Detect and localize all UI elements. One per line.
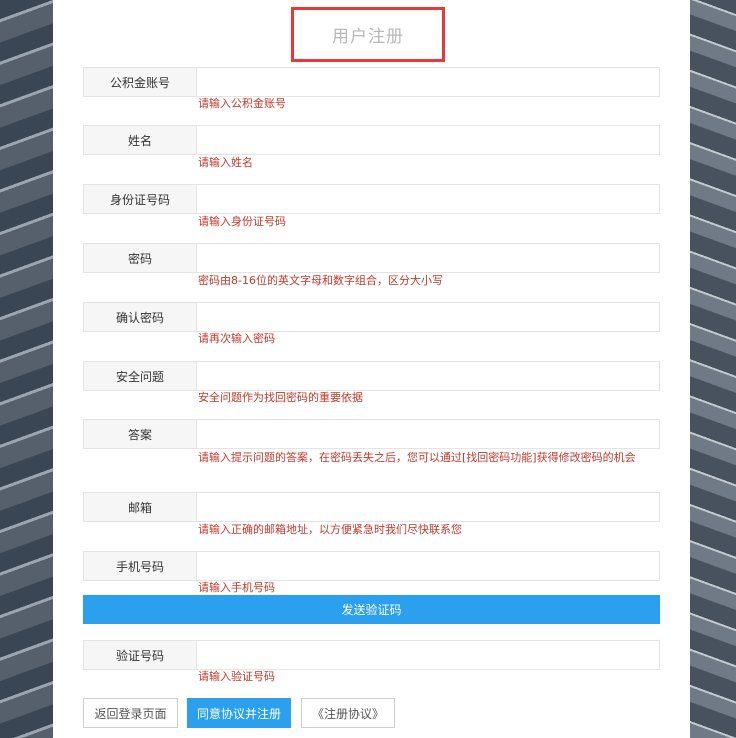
form-row-id-number: 身份证号码: [83, 184, 660, 214]
email-input[interactable]: [197, 492, 660, 522]
account-hint: 请输入公积金账号: [198, 97, 286, 110]
back-to-login-button[interactable]: 返回登录页面: [83, 698, 178, 728]
phone-input[interactable]: [197, 551, 660, 581]
background-left: [0, 0, 53, 738]
form-row-verification-code: 验证号码: [83, 640, 660, 670]
form-row-email: 邮箱: [83, 492, 660, 522]
email-label: 邮箱: [83, 492, 197, 522]
page-title-box: 用户注册: [291, 7, 445, 62]
name-input[interactable]: [197, 125, 660, 155]
answer-label: 答案: [83, 419, 197, 449]
verification-code-input[interactable]: [197, 640, 660, 670]
id-number-input[interactable]: [197, 184, 660, 214]
security-question-label: 安全问题: [83, 361, 197, 391]
answer-hint: 请输入提示问题的答案，在密码丢失之后，您可以通过[找回密码功能]获得修改密码的机…: [198, 451, 636, 464]
name-label: 姓名: [83, 125, 197, 155]
form-row-password: 密码: [83, 243, 660, 273]
phone-hint: 请输入手机号码: [198, 581, 275, 594]
confirm-password-hint: 请再次输入密码: [198, 332, 275, 345]
password-hint: 密码由8-16位的英文字母和数字组合，区分大小写: [198, 274, 443, 287]
security-question-input[interactable]: [197, 361, 660, 391]
form-row-security-question: 安全问题: [83, 361, 660, 391]
page-title: 用户注册: [332, 27, 404, 47]
form-row-confirm-password: 确认密码: [83, 302, 660, 332]
verification-code-label: 验证号码: [83, 640, 197, 670]
name-hint: 请输入姓名: [198, 156, 253, 169]
registration-terms-button[interactable]: 《注册协议》: [301, 698, 395, 728]
account-input[interactable]: [197, 67, 660, 97]
account-label: 公积金账号: [83, 67, 197, 97]
confirm-password-input[interactable]: [197, 302, 660, 332]
form-row-account: 公积金账号: [83, 67, 660, 97]
form-row-phone: 手机号码: [83, 551, 660, 581]
agree-and-register-button[interactable]: 同意协议并注册: [187, 698, 291, 728]
send-code-button[interactable]: 发送验证码: [83, 595, 660, 624]
security-question-hint: 安全问题作为找回密码的重要依据: [198, 391, 363, 404]
verification-code-hint: 请输入验证号码: [198, 670, 275, 683]
form-row-answer: 答案: [83, 419, 660, 449]
confirm-password-label: 确认密码: [83, 302, 197, 332]
password-input[interactable]: [197, 243, 660, 273]
phone-label: 手机号码: [83, 551, 197, 581]
background-right: [690, 0, 736, 738]
id-number-label: 身份证号码: [83, 184, 197, 214]
id-number-hint: 请输入身份证号码: [198, 215, 286, 228]
answer-input[interactable]: [197, 419, 660, 449]
form-row-name: 姓名: [83, 125, 660, 155]
password-label: 密码: [83, 243, 197, 273]
email-hint: 请输入正确的邮箱地址，以方便紧急时我们尽快联系您: [198, 523, 462, 536]
